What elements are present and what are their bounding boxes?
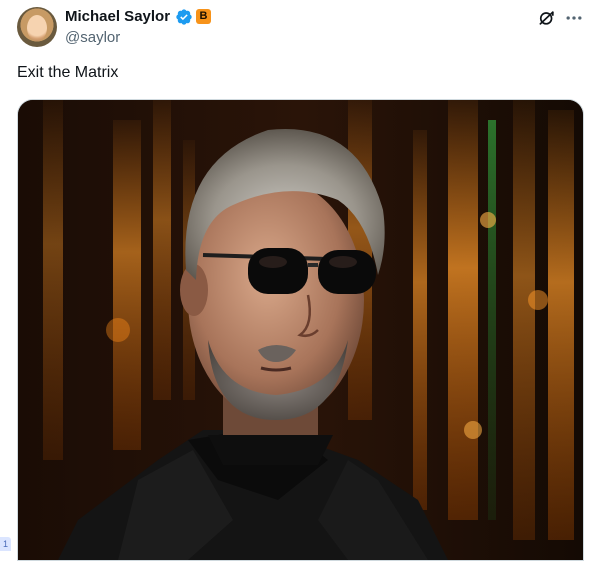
more-icon[interactable] xyxy=(563,8,585,28)
bitcoin-affiliate-badge[interactable]: B xyxy=(196,9,211,24)
avatar-face xyxy=(27,15,47,41)
tweet-header: Michael Saylor B @saylor xyxy=(0,0,592,60)
tweet-media-image[interactable] xyxy=(17,99,584,561)
author-name[interactable]: Michael Saylor xyxy=(65,8,170,25)
side-chip[interactable]: 1 xyxy=(0,537,11,551)
grok-icon[interactable] xyxy=(537,8,557,28)
tweet-text: Exit the Matrix xyxy=(17,64,119,81)
verified-badge-icon[interactable] xyxy=(175,8,193,26)
author-avatar[interactable] xyxy=(17,7,57,47)
media-image xyxy=(18,100,583,560)
author-handle[interactable]: @saylor xyxy=(65,29,120,46)
